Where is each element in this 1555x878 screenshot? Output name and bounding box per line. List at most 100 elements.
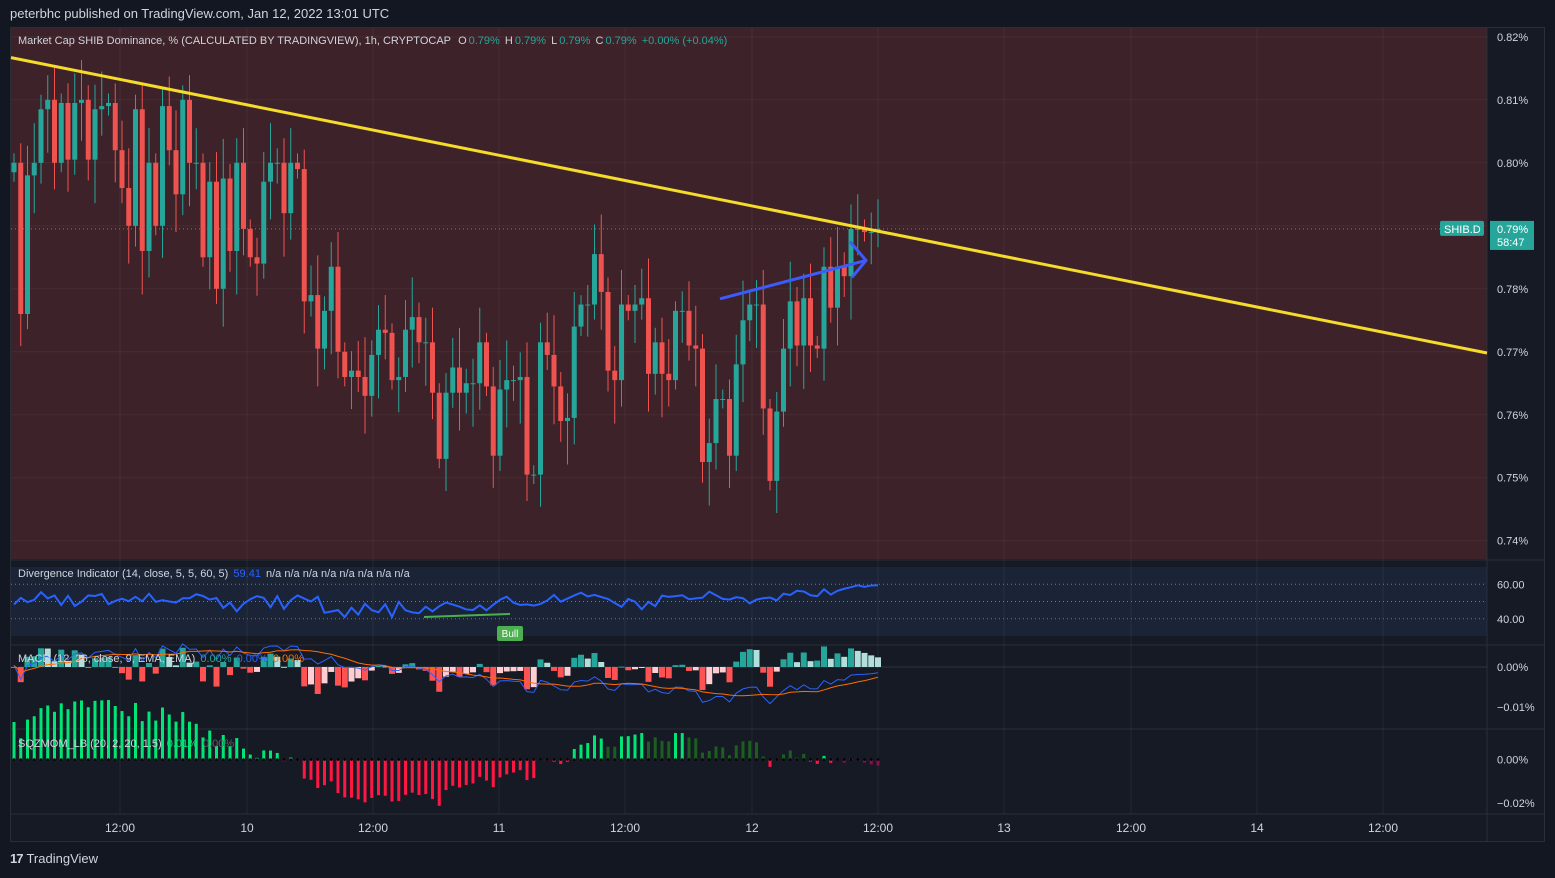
macd-histogram-bar xyxy=(665,667,672,679)
sqz-dot xyxy=(73,758,77,761)
sqz-bar xyxy=(242,748,245,760)
candle-body xyxy=(45,99,51,110)
candle-body xyxy=(160,106,165,226)
sqz-bar xyxy=(86,707,90,760)
sqz-bar xyxy=(714,746,718,760)
candle-body xyxy=(436,392,442,459)
sqz-bar xyxy=(451,759,455,786)
candle-body xyxy=(754,304,759,306)
candle-body xyxy=(362,376,368,396)
sqz-bar xyxy=(593,735,596,760)
sqz-bar xyxy=(498,759,502,778)
candle-body xyxy=(565,417,570,422)
sqz-bar xyxy=(674,732,677,760)
sqz-dot xyxy=(721,758,725,761)
candle-body xyxy=(234,162,240,251)
macd-histogram-bar xyxy=(314,667,321,694)
macd-histogram-bar xyxy=(760,667,767,673)
sqz-dot xyxy=(215,758,218,761)
sqz-dot xyxy=(620,758,623,761)
candle-body xyxy=(679,310,685,312)
macd-histogram-bar xyxy=(834,653,841,667)
sqz-bar xyxy=(370,759,374,798)
sqz-dot xyxy=(19,758,23,761)
sqz-bar xyxy=(653,737,657,760)
sqz-dot xyxy=(208,758,212,761)
candle-body xyxy=(443,392,449,459)
candle-body xyxy=(551,354,557,387)
sqz-dot xyxy=(768,758,772,761)
macd-histogram-bar xyxy=(308,667,314,685)
candle-body xyxy=(119,150,125,188)
sqz-dot xyxy=(734,758,738,761)
candle-body xyxy=(592,254,597,305)
sqz-dot xyxy=(12,758,16,761)
macd-histogram-bar xyxy=(537,659,544,667)
macd-histogram-bar xyxy=(281,666,287,668)
sqz-dot xyxy=(431,758,434,761)
macd-histogram-bar xyxy=(497,667,503,674)
sqz-dot xyxy=(775,758,779,761)
div-y-tick: 40.00 xyxy=(1497,614,1525,626)
candle-body xyxy=(241,162,246,229)
sqz-dot xyxy=(404,758,407,761)
candle-body xyxy=(835,266,840,308)
legend-change: +0.00% (+0.04%) xyxy=(641,35,728,47)
sqz-bar xyxy=(512,759,515,773)
macd-histogram-bar xyxy=(740,651,746,667)
sqz-bar xyxy=(748,740,752,760)
candle-body xyxy=(808,298,813,346)
x-tick-label: 12 xyxy=(745,821,759,835)
sqz-y-tick: 0.00% xyxy=(1497,755,1528,767)
sqz-dot xyxy=(410,758,414,761)
sqz-dot xyxy=(228,758,232,761)
macd-histogram-bar xyxy=(321,667,328,684)
macd-histogram-bar xyxy=(112,667,119,668)
sqz-bar xyxy=(316,759,320,789)
macd-histogram-bar xyxy=(301,667,308,687)
candle-body xyxy=(693,345,699,349)
candle-body xyxy=(781,348,786,412)
tradingview-logo[interactable]: 17 TradingView xyxy=(10,851,98,866)
sqz-dot xyxy=(80,758,83,761)
sqz-y-tick: −0.02% xyxy=(1497,798,1535,810)
macd-histogram-bar xyxy=(638,667,645,668)
sqz-bar xyxy=(599,738,603,760)
sqz-bar xyxy=(505,759,509,775)
candle-body xyxy=(180,99,186,195)
candle-body xyxy=(740,320,746,365)
candle-body xyxy=(133,109,138,226)
candle-body xyxy=(760,304,766,409)
candle-body xyxy=(794,301,800,346)
sqz-bar xyxy=(302,759,306,779)
candle-body xyxy=(578,304,584,327)
candle-body xyxy=(463,383,469,393)
candle-body xyxy=(220,178,226,289)
sqz-dot xyxy=(343,758,347,761)
x-tick-label: 14 xyxy=(1250,821,1264,835)
sqz-bar xyxy=(356,759,360,800)
sqz-legend-v1: 0.01% xyxy=(166,738,198,750)
x-tick-label: 11 xyxy=(493,821,506,835)
macd-histogram-bar xyxy=(618,666,625,668)
macd-histogram-bar xyxy=(449,667,456,672)
sqz-bar xyxy=(458,759,461,788)
candle-body xyxy=(308,295,314,302)
candle-body xyxy=(848,228,854,277)
macd-y-tick: 0.00% xyxy=(1497,662,1528,674)
macd-histogram-bar xyxy=(875,657,881,667)
macd-histogram-bar xyxy=(119,667,125,674)
macd-histogram-bar xyxy=(85,667,92,668)
sqz-bar xyxy=(572,749,576,760)
sqz-bar xyxy=(437,759,441,806)
sqz-dot xyxy=(255,758,259,761)
sqz-bar xyxy=(350,759,353,798)
sqz-dot xyxy=(829,758,833,761)
macd-histogram-bar xyxy=(605,667,611,678)
macd-histogram-bar xyxy=(746,649,753,667)
candle-body xyxy=(18,162,24,314)
sqz-bar xyxy=(100,700,104,760)
sqz-dot xyxy=(701,758,704,761)
div-y-tick: 60.00 xyxy=(1497,579,1525,591)
sqz-dot xyxy=(86,758,90,761)
